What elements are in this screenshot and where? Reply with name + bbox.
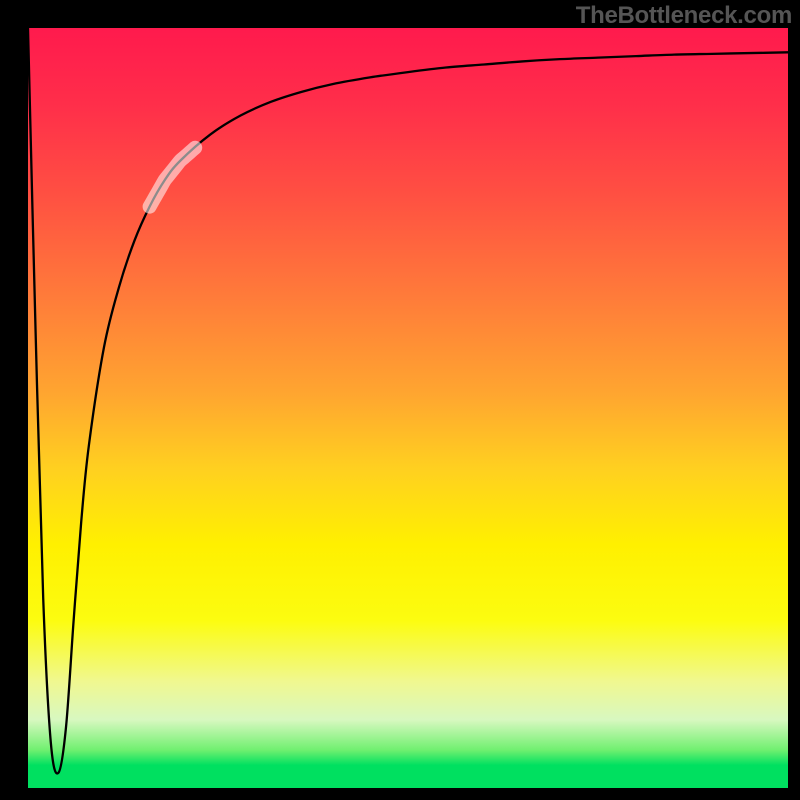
curve-highlight-segment <box>150 148 196 207</box>
chart-plot-area <box>28 28 788 788</box>
bottleneck-curve <box>28 28 788 773</box>
chart-curve-layer <box>28 28 788 788</box>
watermark-text: TheBottleneck.com <box>576 2 792 30</box>
